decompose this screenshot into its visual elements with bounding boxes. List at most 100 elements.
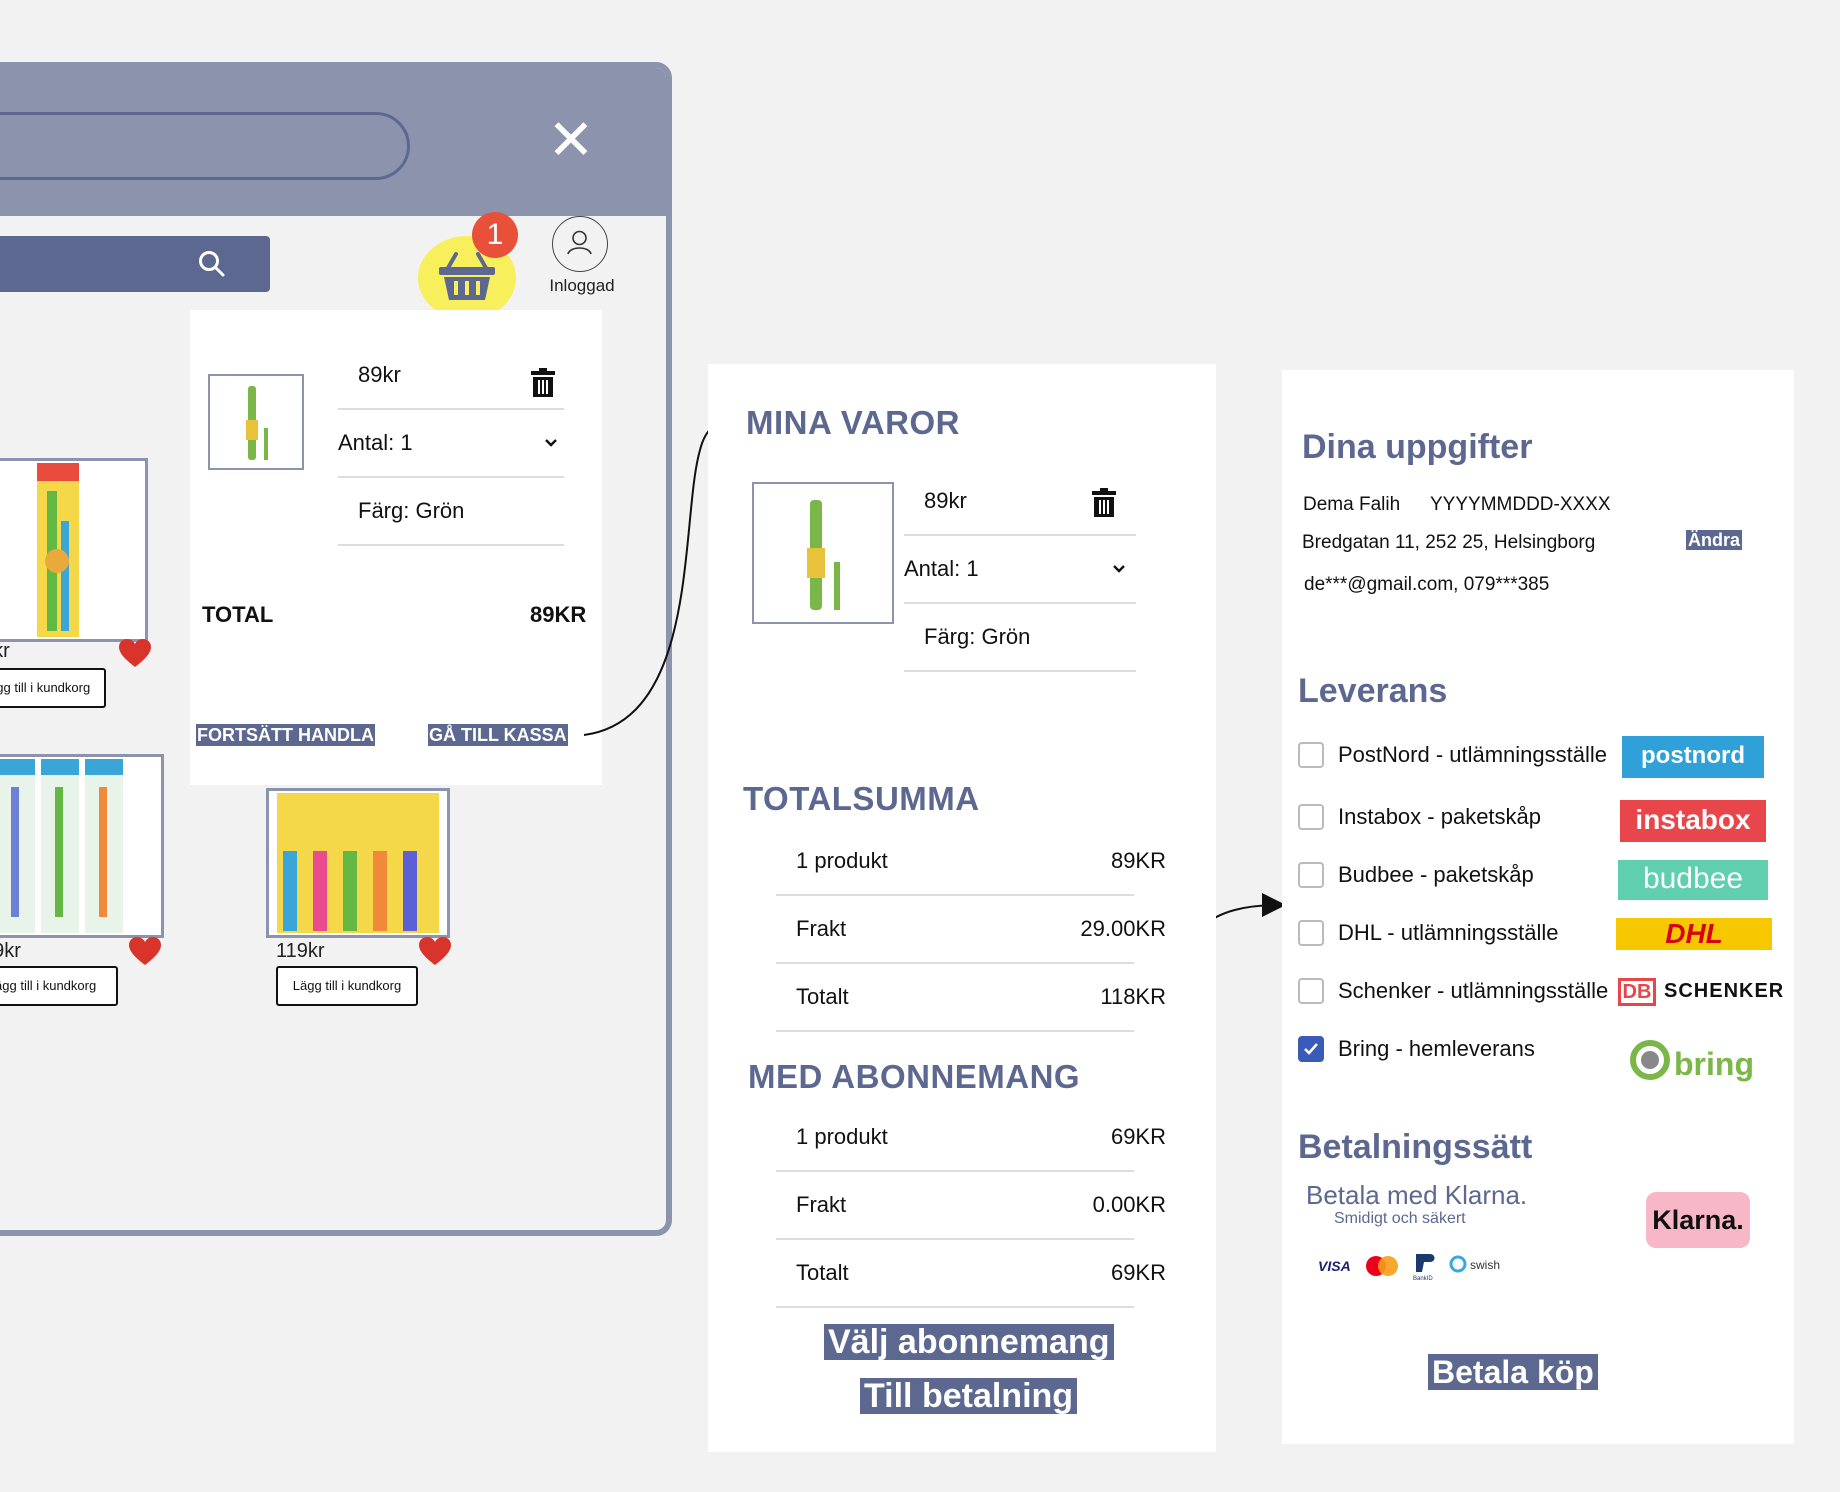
product-price: 9kr [0,640,10,662]
cart-popup: 89kr Antal: 1 Färg: Grön TOTAL 89KR FORT… [190,310,602,785]
go-to-checkout-link[interactable]: GÅ TILL KASSA [428,724,568,746]
total-row-label: 1 produkt [796,848,888,873]
chevron-down-icon[interactable] [1112,564,1126,574]
total-row-value: 118KR [1100,984,1166,1009]
cart-item-price: 89kr [924,488,967,513]
total-row-label: Frakt [796,916,847,941]
subscription-row-value: 69KR [1110,1124,1166,1149]
change-details-link[interactable]: Ändra [1686,530,1743,550]
phone-header: ✕ [0,68,666,216]
checkout-page: Dina uppgifter Dema Falih YYYYMMDDD-XXXX… [1282,370,1794,1444]
header-input-field[interactable] [0,112,410,180]
trash-icon[interactable] [530,368,556,398]
close-icon[interactable]: ✕ [541,110,601,170]
total-row-value: 89KR [1110,848,1166,873]
delivery-label[interactable]: Budbee - paketskåp [1338,862,1534,888]
divider [338,476,564,478]
color-select[interactable]: Färg: Grön [924,624,1030,650]
user-avatar-button[interactable] [552,216,608,272]
cart-page: MINA VAROR 89kr Antal: 1 Färg: Grön TOTA… [708,364,1216,1452]
user-icon [567,230,592,255]
divider [776,1170,1134,1172]
search-icon[interactable] [196,248,228,280]
toothbrush-pack-image [0,759,123,933]
heart-icon[interactable] [118,638,152,668]
delivery-checkbox-schenker[interactable] [1298,978,1324,1004]
trash-icon[interactable] [1091,488,1117,518]
continue-shopping-link[interactable]: FORTSÄTT HANDLA [196,724,375,746]
schenker-logo: SCHENKER [1664,980,1785,1002]
postnord-logo: postnord [1622,736,1764,778]
visa-icon: VISA [1318,1258,1351,1274]
divider [904,534,1136,536]
product-price: 119kr [276,940,325,962]
divider [338,544,564,546]
add-to-cart-button[interactable]: Lägg till i kundkorg [276,966,418,1006]
total-row-value: 29.00KR [1080,916,1166,941]
cart-count-badge: 1 [472,212,518,258]
cart-item-thumbnail [752,482,894,624]
personal-number: YYYYMMDDD-XXXX [1430,494,1611,515]
bring-logo: bring [1674,1046,1754,1082]
delivery-checkbox-bring[interactable] [1298,1036,1324,1062]
divider [776,894,1134,896]
bring-logo-icon [1630,1040,1670,1080]
add-to-cart-button[interactable]: Lägg till i kundkorg [0,668,106,708]
klarna-text: Betala med Klarna. [1306,1180,1528,1210]
divider [776,1238,1134,1240]
toothbrush-multipack-image [277,793,439,933]
quantity-select[interactable]: Antal: 1 [904,556,979,582]
to-payment-button[interactable]: Till betalning [860,1378,1078,1414]
delivery-label[interactable]: Instabox - paketskåp [1338,804,1541,830]
cart-item-thumbnail [208,374,304,470]
product-card[interactable] [266,788,450,938]
divider [776,1030,1134,1032]
delivery-checkbox-instabox[interactable] [1298,804,1324,830]
choose-subscription-button[interactable]: Välj abonnemang [824,1324,1114,1360]
subscription-row-label: Frakt [796,1192,847,1217]
subscription-row-value: 69KR [1110,1260,1166,1285]
dhl-logo: DHL [1616,918,1772,950]
klarna-logo[interactable]: Klarna. [1646,1192,1750,1248]
delivery-label[interactable]: Bring - hemleverans [1338,1036,1535,1062]
color-select[interactable]: Färg: Grön [358,498,464,524]
delivery-label[interactable]: DHL - utlämningsställe [1338,920,1559,946]
pay-button[interactable]: Betala köp [1428,1354,1598,1390]
bankid-label: BankID [1413,1276,1433,1282]
heart-icon[interactable] [128,936,162,966]
klarna-subtitle: Smidigt och säkert [1334,1210,1466,1227]
product-card[interactable] [0,754,164,938]
customer-contact: de***@gmail.com, 079***385 [1304,574,1550,595]
swish-label: swish [1470,1258,1501,1272]
product-card[interactable] [0,458,148,642]
details-title: Dina uppgifter [1302,428,1533,466]
quantity-select[interactable]: Antal: 1 [338,430,413,456]
subscription-title: MED ABONNEMANG [748,1058,1081,1095]
db-logo: DB [1618,978,1656,1006]
add-to-cart-button[interactable]: Lägg till i kundkorg [0,966,118,1006]
total-row-label: Totalt [796,984,849,1009]
delivery-checkbox-postnord[interactable] [1298,742,1324,768]
total-value: 89KR [530,602,587,627]
swish-icon [1449,1255,1467,1273]
divider [776,962,1134,964]
divider [904,602,1136,604]
subscription-row-label: 1 produkt [796,1124,888,1149]
cart-item-price: 89kr [358,362,401,387]
chevron-down-icon[interactable] [544,438,558,448]
totalsumma-title: TOTALSUMMA [743,780,980,817]
toothbrush-image [246,386,268,460]
budbee-logo: budbee [1618,860,1768,900]
heart-icon[interactable] [418,936,452,966]
delivery-label[interactable]: PostNord - utlämningsställe [1338,742,1607,768]
mastercard-icon [1366,1256,1398,1276]
customer-address: Bredgatan 11, 252 25, Helsingborg [1302,532,1596,553]
delivery-checkbox-dhl[interactable] [1298,920,1324,946]
search-bar[interactable] [0,236,270,292]
delivery-label[interactable]: Schenker - utlämningsställe [1338,978,1608,1004]
toothbrush-product-image [37,463,79,637]
toothbrush-image [807,500,840,610]
instabox-logo: instabox [1620,800,1766,842]
delivery-checkbox-budbee[interactable] [1298,862,1324,888]
customer-name: Dema Falih [1303,494,1401,515]
